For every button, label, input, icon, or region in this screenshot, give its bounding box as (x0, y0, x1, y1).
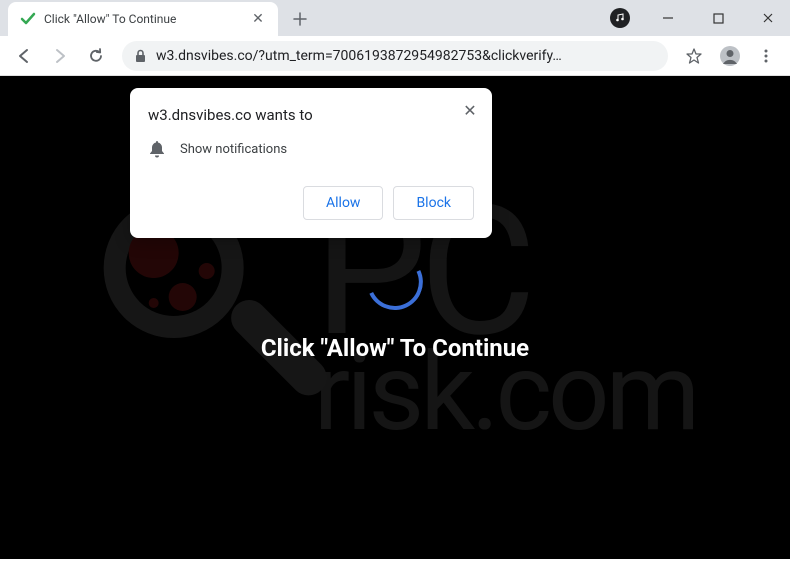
block-button[interactable]: Block (393, 186, 474, 220)
lock-icon (132, 48, 148, 64)
minimize-button[interactable] (656, 6, 680, 30)
url-text: w3.dnsvibes.co/?utm_term=700619387295498… (156, 48, 658, 64)
permission-row: Show notifications (148, 140, 474, 158)
bell-icon (148, 140, 166, 158)
dialog-close-button[interactable]: ✕ (460, 100, 480, 120)
page-message: Click "Allow" To Continue (261, 334, 529, 362)
allow-button[interactable]: Allow (303, 186, 383, 220)
permission-label: Show notifications (180, 142, 287, 157)
dialog-title: w3.dnsvibes.co wants to (148, 106, 474, 124)
account-button[interactable] (714, 40, 746, 72)
checkmark-icon (20, 11, 36, 27)
tab-close-button[interactable]: ✕ (250, 11, 266, 27)
address-bar[interactable]: w3.dnsvibes.co/?utm_term=700619387295498… (122, 41, 668, 71)
browser-toolbar: w3.dnsvibes.co/?utm_term=700619387295498… (0, 36, 790, 76)
window-controls (610, 6, 780, 30)
close-window-button[interactable] (756, 6, 780, 30)
forward-button[interactable] (44, 40, 76, 72)
back-button[interactable] (8, 40, 40, 72)
notification-permission-dialog: ✕ w3.dnsvibes.co wants to Show notificat… (130, 88, 492, 238)
maximize-button[interactable] (706, 6, 730, 30)
reload-button[interactable] (80, 40, 112, 72)
browser-tab[interactable]: Click "Allow" To Continue ✕ (8, 2, 278, 36)
dialog-buttons: Allow Block (148, 186, 474, 220)
tab-title: Click "Allow" To Continue (44, 12, 242, 26)
bookmark-button[interactable] (678, 40, 710, 72)
page-center: Click "Allow" To Continue (261, 254, 529, 362)
spinner-icon (367, 254, 423, 310)
media-icon[interactable] (610, 8, 630, 28)
new-tab-button[interactable] (286, 5, 314, 33)
tab-strip: Click "Allow" To Continue ✕ (0, 0, 790, 36)
menu-button[interactable] (750, 40, 782, 72)
